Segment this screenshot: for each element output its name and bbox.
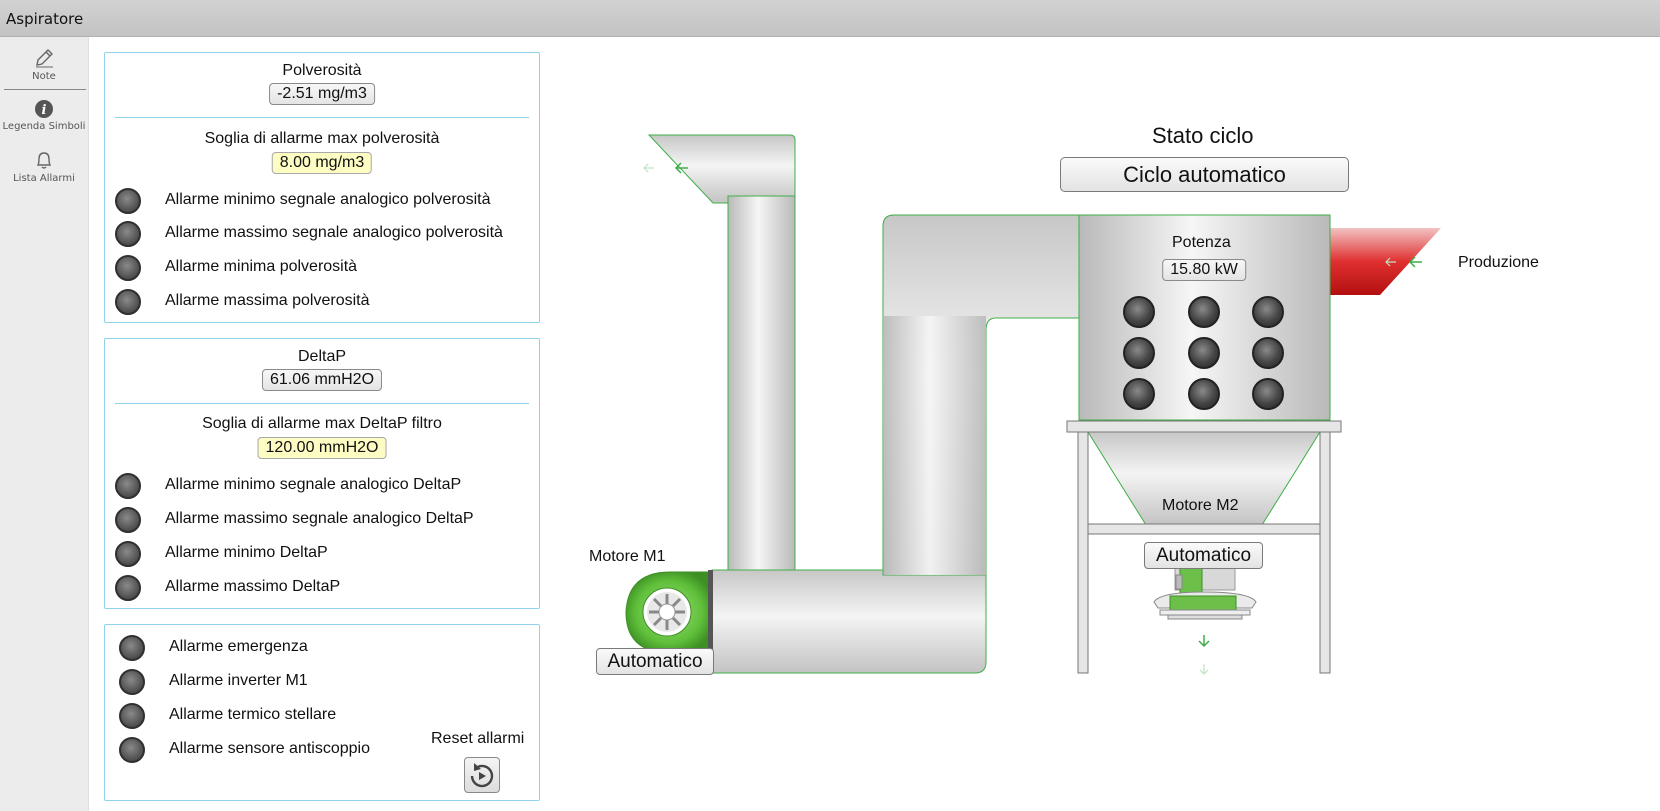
- bottom-duct: [711, 569, 987, 674]
- process-schematic: [625, 134, 1441, 675]
- filter-crossbar: [1087, 523, 1321, 535]
- filter-leg-right: [1319, 431, 1331, 674]
- filter-leg-left: [1077, 431, 1089, 674]
- cycle-state-label: Stato ciclo: [1152, 123, 1254, 148]
- fan-icon: [625, 570, 713, 653]
- vertical-duct: [727, 195, 796, 572]
- production-label: Produzione: [1458, 254, 1539, 271]
- motor-m1-label: Motore M1: [589, 548, 666, 565]
- motor-m1-mode-button[interactable]: Automatico: [596, 648, 714, 675]
- cycle-state-button[interactable]: Ciclo automatico: [1060, 157, 1349, 192]
- production-inlet: [1330, 228, 1441, 295]
- power-value: 15.80 kW: [1162, 259, 1246, 281]
- power-label: Potenza: [1172, 234, 1231, 251]
- filter-cartridge-indicators: [1123, 296, 1284, 410]
- filter-frame-top: [1066, 420, 1342, 433]
- motor-m2-mode-button[interactable]: Automatico: [1144, 542, 1263, 569]
- intake-hood: [647, 134, 796, 204]
- motor-m2-label: Motore M2: [1162, 497, 1239, 514]
- rotary-valve-icon: [1153, 567, 1257, 620]
